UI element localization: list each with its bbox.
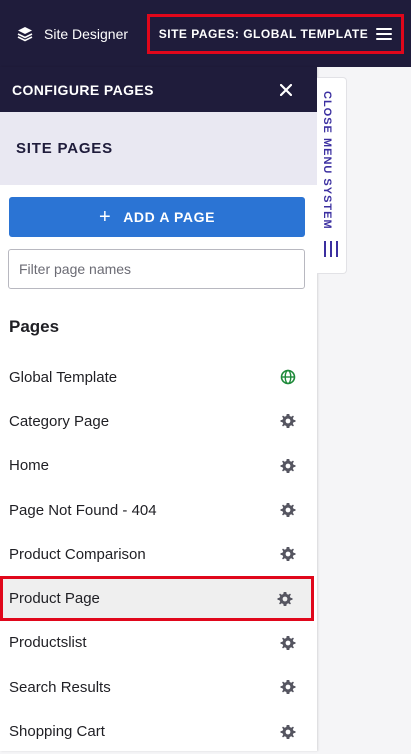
page-item-label: Product Comparison — [9, 545, 146, 563]
page-item-product-comparison[interactable]: Product Comparison — [0, 532, 317, 576]
layers-icon — [16, 25, 34, 43]
page-item-page-not-found-404[interactable]: Page Not Found - 404 — [0, 488, 317, 532]
gear-icon[interactable] — [279, 412, 297, 430]
gear-icon[interactable] — [279, 678, 297, 696]
page-item-label: Product Page — [9, 590, 100, 608]
gear-icon[interactable] — [279, 723, 297, 741]
gear-icon[interactable] — [279, 545, 297, 563]
section-title: SITE PAGES — [16, 140, 113, 157]
site-pages-section: SITE PAGES — [0, 112, 317, 185]
globe-icon[interactable] — [279, 368, 297, 386]
plus-icon: + — [98, 206, 112, 228]
page-item-product-page[interactable]: Product Page — [0, 576, 314, 621]
top-bar: Site Designer SITE PAGES: GLOBAL TEMPLAT… — [0, 0, 411, 67]
filter-page-names-input[interactable] — [8, 249, 305, 289]
page-item-home[interactable]: Home — [0, 444, 317, 488]
close-menu-system-label: CLOSE MENU SYSTEM — [321, 91, 333, 230]
hamburger-icon — [376, 28, 393, 40]
page-item-search-results[interactable]: Search Results — [0, 665, 317, 709]
add-page-button[interactable]: + ADD A PAGE — [9, 197, 305, 237]
close-menu-system-tab[interactable]: CLOSE MENU SYSTEM — [317, 77, 347, 274]
panel-header: CONFIGURE PAGES — [0, 67, 317, 112]
site-designer-brand[interactable]: Site Designer — [16, 25, 128, 43]
page-item-shopping-cart[interactable]: Shopping Cart — [0, 709, 317, 753]
configure-pages-panel: CONFIGURE PAGES SITE PAGES + ADD A PAGE … — [0, 67, 317, 751]
page-item-label: Global Template — [9, 368, 118, 386]
gear-icon[interactable] — [276, 590, 294, 608]
add-page-label: ADD A PAGE — [123, 209, 216, 225]
brand-label: Site Designer — [44, 25, 129, 42]
page-item-label: Category Page — [9, 412, 110, 430]
page-item-label: Shopping Cart — [9, 723, 105, 741]
pages-heading: Pages — [9, 317, 60, 336]
gear-icon[interactable] — [279, 634, 297, 652]
close-icon[interactable] — [277, 81, 295, 99]
gear-icon[interactable] — [279, 501, 297, 519]
page-item-label: Home — [9, 457, 50, 475]
page-list: Global Template Category Page Home Page … — [0, 355, 317, 754]
page-item-label: Productslist — [9, 634, 87, 652]
panel-title: CONFIGURE PAGES — [12, 81, 154, 98]
site-pages-menu-button[interactable]: SITE PAGES: GLOBAL TEMPLATE — [147, 14, 404, 54]
page-item-category-page[interactable]: Category Page — [0, 399, 317, 443]
site-pages-button-label: SITE PAGES: GLOBAL TEMPLATE — [158, 27, 369, 41]
page-item-global-template[interactable]: Global Template — [0, 355, 317, 399]
collapse-bars-icon — [324, 241, 338, 257]
gear-icon[interactable] — [279, 457, 297, 475]
page-item-label: Search Results — [9, 678, 111, 696]
page-item-productslist[interactable]: Productslist — [0, 621, 317, 665]
page-item-label: Page Not Found - 404 — [9, 501, 157, 519]
